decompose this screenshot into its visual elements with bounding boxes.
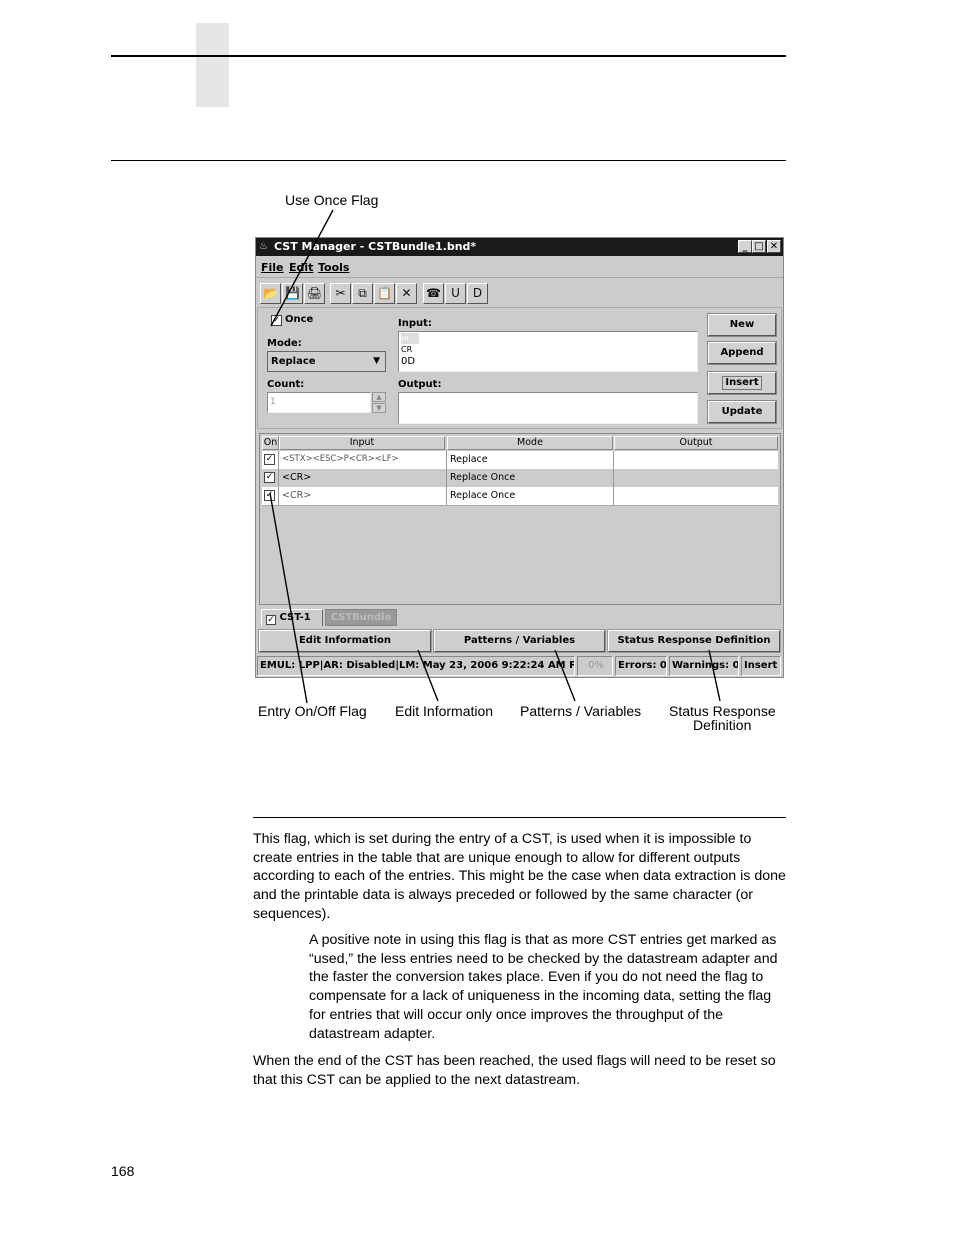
upload-icon[interactable]: U [445, 283, 466, 304]
page-number: 168 [111, 1163, 135, 1179]
output-label: Output: [398, 379, 442, 390]
progress-indicator: 0% [577, 656, 613, 676]
download-icon[interactable]: D [467, 283, 488, 304]
input-cell: <CR> [279, 469, 447, 487]
warnings-count: Warnings: 0 [669, 656, 739, 676]
maximize-button[interactable]: □ [752, 240, 766, 253]
paste-icon[interactable]: 📋 [374, 283, 395, 304]
cst-table: On Input Mode Output ✓ <STX><ESC>P<CR><L… [259, 433, 781, 605]
output-cell [614, 469, 778, 487]
once-label: Once [285, 314, 314, 325]
menu-bar: File Edit Tools [256, 257, 783, 278]
open-icon[interactable]: 📂 [260, 283, 281, 304]
note-paragraph: A positive note in using this flag is th… [309, 932, 778, 1042]
new-button-label: New [729, 319, 755, 330]
menu-edit[interactable]: Edit [289, 261, 313, 274]
entry-on-checkbox[interactable]: ✓ [264, 490, 275, 501]
input-label: Input: [398, 318, 432, 329]
connect-icon[interactable]: ☎ [423, 283, 444, 304]
insert-button[interactable]: Insert [707, 371, 777, 395]
count-field[interactable]: 1 [267, 392, 371, 413]
edit-information-button[interactable]: Edit Information [258, 629, 432, 653]
entry-on-checkbox[interactable]: ✓ [264, 454, 275, 465]
on-cell: ✓ [262, 469, 279, 487]
callout-edit-information: Edit Information [395, 703, 494, 719]
patterns-variables-button[interactable]: Patterns / Variables [433, 629, 606, 653]
toolbar: 📂 💾 🖨 ✂ ⧉ 📋 ✕ ☎ U D [256, 282, 783, 306]
print-icon[interactable]: 🖨 [304, 283, 325, 304]
chevron-down-icon: ▼ [373, 356, 380, 366]
callout-patterns-variables: Patterns / Variables [520, 703, 642, 719]
tab-checkbox[interactable]: ✓ [266, 615, 276, 625]
header-rule [111, 55, 786, 57]
cst-manager-window: ♨ CST Manager - CSTBundle1.bnd* _ □ ✕ Fi… [255, 237, 784, 678]
append-button[interactable]: Append [707, 341, 777, 365]
spin-down-button[interactable]: ▼ [372, 403, 386, 413]
section-rule [253, 817, 786, 818]
minimize-button[interactable]: _ [738, 240, 752, 253]
input-field[interactable]: m CR 0D [398, 331, 698, 372]
status-info: EMUL: LPP|AR: Disabled|LM: May 23, 2006 … [257, 656, 575, 676]
input-line: 0D [401, 356, 416, 367]
column-header-output[interactable]: Output [614, 436, 778, 450]
tab-cstbundle[interactable]: CSTBundle [325, 609, 397, 626]
tab-label: CST-1 [279, 612, 311, 623]
input-line: CR [401, 345, 413, 354]
output-cell [614, 487, 778, 505]
status-response-definition-button[interactable]: Status Response Definition [607, 629, 781, 653]
insert-mode-indicator: Insert [741, 656, 781, 676]
mode-value: Replace [271, 356, 316, 367]
input-cell: <CR> [279, 487, 447, 505]
update-button-label: Update [721, 406, 763, 417]
save-icon[interactable]: 💾 [282, 283, 303, 304]
column-header-on[interactable]: On [262, 436, 279, 450]
input-cell: <STX><ESC>P<CR><LF> [279, 451, 447, 469]
callout-entry-on-off-flag: Entry On/Off Flag [258, 703, 367, 719]
column-header-input[interactable]: Input [279, 436, 445, 450]
cut-icon[interactable]: ✂ [330, 283, 351, 304]
paragraph: When the end of the CST has been reached… [253, 1053, 776, 1088]
mode-label: Mode: [267, 338, 302, 349]
input-line-selected: m [401, 333, 419, 344]
new-button[interactable]: New [707, 313, 777, 337]
insert-button-label: Insert [722, 376, 762, 390]
errors-count: Errors: 0 [615, 656, 667, 676]
copy-icon[interactable]: ⧉ [352, 283, 373, 304]
output-cell [614, 451, 778, 469]
close-button[interactable]: ✕ [767, 240, 781, 253]
section-rule [111, 160, 786, 161]
once-checkbox[interactable]: ✓ [271, 315, 282, 326]
update-button[interactable]: Update [707, 400, 777, 424]
chapter-tab-marker [196, 23, 229, 107]
count-label: Count: [267, 379, 305, 390]
paragraph: This flag, which is set during the entry… [253, 831, 786, 922]
output-field[interactable] [398, 392, 698, 424]
menu-file[interactable]: File [261, 261, 284, 274]
on-cell: ✓ [262, 451, 279, 469]
append-button-label: Append [720, 347, 764, 358]
table-row[interactable]: ✓ <CR> Replace Once [262, 469, 778, 488]
mode-select[interactable]: Replace ▼ [267, 351, 386, 372]
mode-cell: Replace Once [447, 469, 614, 487]
callout-use-once-flag: Use Once Flag [285, 192, 379, 208]
mode-cell: Replace [447, 451, 614, 469]
title-bar[interactable]: ♨ CST Manager - CSTBundle1.bnd* _ □ ✕ [256, 238, 783, 256]
callout-status-response-definition: Definition [693, 717, 752, 733]
entry-on-checkbox[interactable]: ✓ [264, 472, 275, 483]
window-title: CST Manager - CSTBundle1.bnd* [274, 240, 477, 253]
spin-up-button[interactable]: ▲ [372, 392, 386, 402]
delete-icon[interactable]: ✕ [396, 283, 417, 304]
menu-tools[interactable]: Tools [318, 261, 349, 274]
tab-cst-1[interactable]: ✓ CST-1 [261, 609, 323, 626]
table-row[interactable]: ✓ <CR> Replace Once [262, 487, 778, 506]
column-header-mode[interactable]: Mode [447, 436, 613, 450]
mode-cell: Replace Once [447, 487, 614, 505]
table-header: On Input Mode Output [262, 436, 778, 450]
java-app-icon: ♨ [259, 241, 268, 252]
table-row[interactable]: ✓ <STX><ESC>P<CR><LF> Replace [262, 451, 778, 470]
on-cell: ✓ [262, 487, 279, 505]
